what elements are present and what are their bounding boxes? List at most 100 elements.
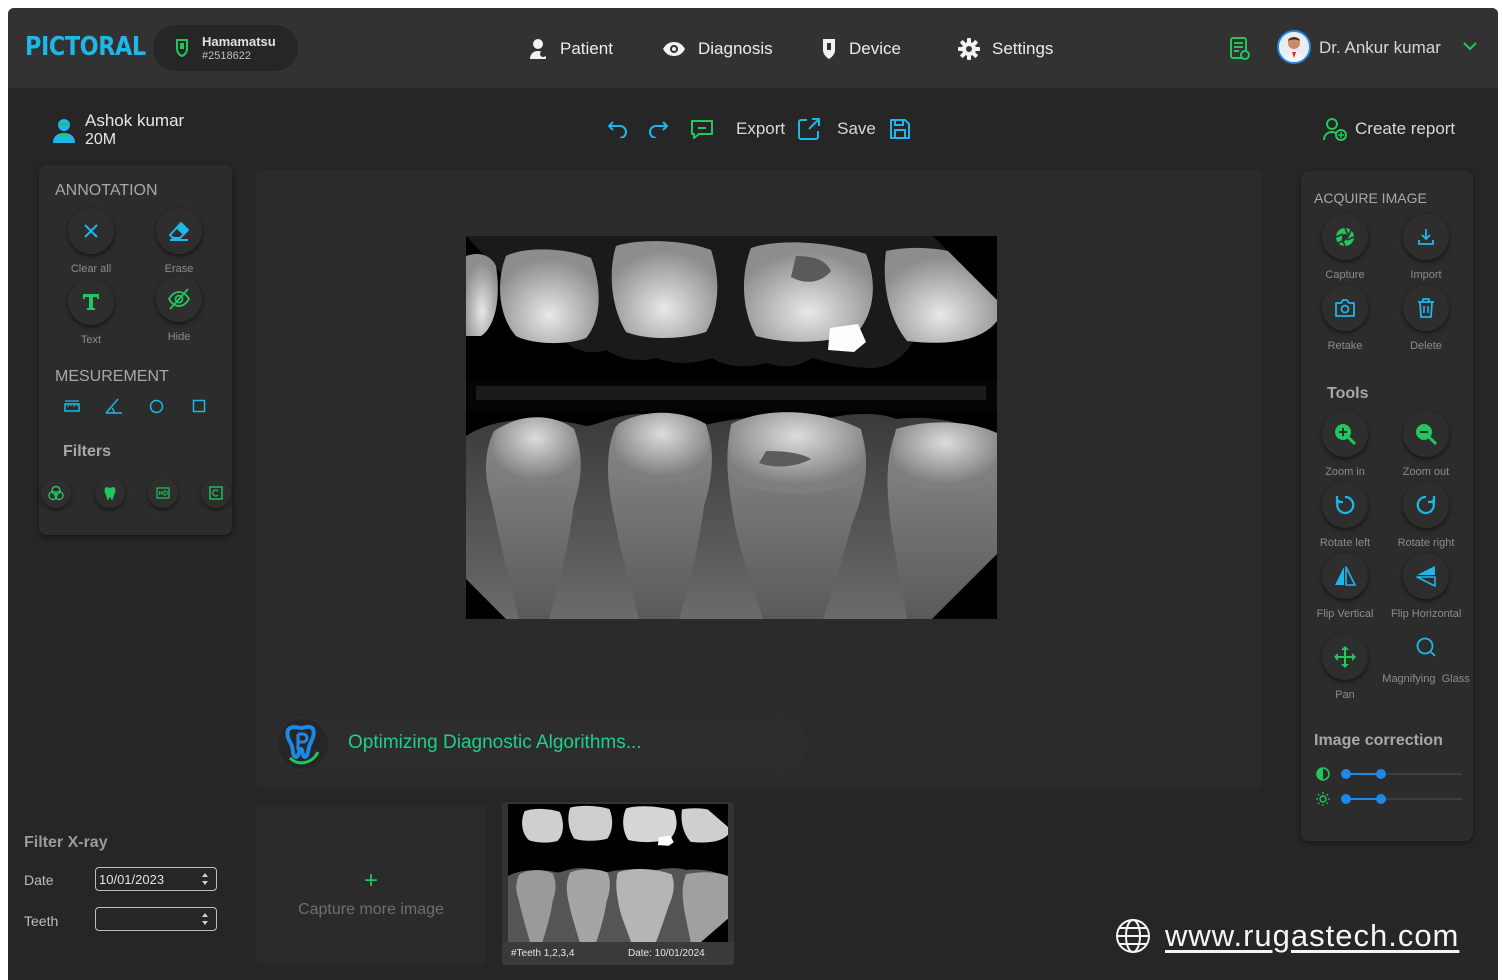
image-correction-heading: Image correction — [1314, 732, 1443, 749]
spinner-icon[interactable] — [201, 872, 209, 886]
doctor-avatar-icon — [1279, 32, 1309, 62]
hide-button[interactable]: Hide — [144, 276, 214, 343]
delete-button[interactable]: Delete — [1391, 285, 1461, 352]
zoom-out-icon — [1416, 424, 1437, 445]
teeth-input[interactable] — [95, 907, 217, 931]
dental-xray-graphic — [466, 236, 997, 619]
brightness-icon — [1316, 792, 1330, 806]
sensor-icon — [823, 39, 835, 59]
zoom-in-button[interactable]: Zoom in — [1310, 411, 1380, 478]
tooth-icon — [104, 487, 116, 500]
rotate-left-icon — [1335, 495, 1355, 515]
avatar[interactable] — [1277, 30, 1311, 64]
flip-horizontal-label: Flip Horizontal — [1391, 608, 1462, 620]
circle-measure-icon[interactable] — [149, 399, 164, 414]
erase-button[interactable]: Erase — [144, 208, 214, 275]
create-report-label: Create report — [1355, 119, 1456, 138]
clear-all-button[interactable]: Clear all — [56, 208, 126, 275]
comment-icon[interactable] — [690, 118, 714, 140]
right-tool-panel: ACQUIRE IMAGE Capture Import Retake Dele… — [1301, 171, 1473, 841]
gear-icon — [958, 38, 980, 60]
contrast-slider-start-knob[interactable] — [1341, 769, 1351, 779]
color-filter-icon — [48, 485, 64, 501]
contrast-icon — [1316, 767, 1330, 781]
tooth-logo-icon — [278, 719, 328, 769]
date-input[interactable] — [95, 867, 217, 891]
top-bar: PICTORAL Hamamatsu #2518622 Patient Diag… — [8, 8, 1498, 88]
device-name: Hamamatsu — [202, 34, 276, 49]
rotate-left-button[interactable]: Rotate left — [1310, 482, 1380, 549]
app-window: PICTORAL Hamamatsu #2518622 Patient Diag… — [8, 8, 1498, 980]
filter-color-button[interactable] — [41, 478, 71, 508]
magnifying-glass-button[interactable]: Magnifying Glass — [1381, 627, 1471, 685]
undo-icon[interactable] — [606, 120, 628, 138]
filter-xray-heading: Filter X-ray — [24, 834, 108, 851]
plus-icon: + — [363, 867, 378, 894]
nav-diagnosis[interactable]: Diagnosis — [662, 36, 773, 62]
angle-icon[interactable] — [105, 398, 123, 414]
edit-toolbar: Export Save — [606, 116, 911, 142]
brightness-slider-knob[interactable] — [1375, 794, 1386, 804]
rotate-right-icon — [1416, 495, 1436, 515]
brightness-slider-track[interactable] — [1341, 794, 1462, 804]
hide-label: Hide — [167, 331, 191, 343]
website-url[interactable]: www.rugastech.com — [1165, 918, 1459, 954]
clear-all-label: Clear all — [70, 263, 112, 275]
camera-retake-icon — [1335, 299, 1355, 317]
contrast-slider-track[interactable] — [1341, 769, 1462, 779]
globe-icon — [1116, 919, 1150, 953]
flip-vertical-label: Flip Vertical — [1316, 608, 1374, 620]
capture-more-button[interactable]: + Capture more image — [256, 805, 486, 964]
text-tool-label: Text — [80, 334, 102, 346]
delete-label: Delete — [1410, 340, 1442, 352]
create-report-button[interactable]: Create report — [1323, 117, 1455, 141]
nav-patient[interactable]: Patient — [530, 36, 613, 62]
website-link[interactable]: www.rugastech.com — [1115, 918, 1459, 954]
chevron-down-icon[interactable] — [1463, 41, 1477, 51]
redo-icon[interactable] — [648, 120, 670, 138]
text-tool-button[interactable]: Text — [56, 279, 126, 346]
nav-device[interactable]: Device — [821, 36, 901, 62]
filter-contrast-button[interactable] — [201, 478, 231, 508]
xray-thumbnail[interactable]: #Teeth 1,2,3,4 Date: 10/01/2024 — [502, 802, 734, 965]
app-logo[interactable]: PICTORAL — [25, 32, 146, 62]
nav-settings[interactable]: Settings — [958, 36, 1053, 62]
report-list-icon[interactable] — [1230, 37, 1250, 61]
left-tool-panel: ANNOTATION Clear all Erase Text Hide MES… — [39, 165, 232, 535]
ruler-icon[interactable] — [64, 400, 80, 414]
brightness-slider-start-knob[interactable] — [1341, 794, 1351, 804]
save-label[interactable]: Save — [837, 119, 876, 139]
retake-button[interactable]: Retake — [1310, 285, 1380, 352]
import-button[interactable]: Import — [1391, 214, 1461, 281]
pan-button[interactable]: Pan — [1310, 634, 1380, 701]
capture-button[interactable]: Capture — [1310, 214, 1380, 281]
xray-image[interactable] — [466, 236, 997, 619]
filter-hd-button[interactable] — [148, 478, 178, 508]
contrast-box-icon — [209, 486, 223, 500]
flip-vertical-button[interactable]: Flip Vertical — [1310, 553, 1380, 620]
tools-heading: Tools — [1327, 385, 1369, 402]
camera-shutter-icon — [1335, 227, 1355, 247]
annotation-heading: ANNOTATION — [55, 182, 158, 199]
export-icon[interactable] — [797, 117, 821, 141]
hd-icon — [156, 487, 170, 499]
patient-avatar-icon — [53, 119, 75, 143]
add-user-icon — [1323, 118, 1347, 141]
square-measure-icon[interactable] — [192, 399, 206, 413]
nav-settings-label: Settings — [992, 39, 1054, 58]
zoom-out-button[interactable]: Zoom out — [1391, 411, 1461, 478]
trash-icon — [1418, 298, 1434, 318]
save-icon[interactable] — [889, 118, 911, 140]
magnifier-icon — [1416, 637, 1436, 657]
filter-tooth-button[interactable] — [95, 478, 125, 508]
device-selector[interactable]: Hamamatsu #2518622 — [153, 25, 298, 71]
spinner-icon[interactable] — [201, 912, 209, 926]
flip-horizontal-button[interactable]: Flip Horizontal — [1391, 553, 1461, 620]
user-name[interactable]: Dr. Ankur kumar — [1319, 38, 1441, 58]
pan-label: Pan — [1335, 689, 1355, 701]
status-text: Optimizing Diagnostic Algorithms... — [348, 732, 642, 753]
dental-xray-thumbnail-graphic — [508, 804, 728, 942]
contrast-slider-knob[interactable] — [1375, 769, 1386, 779]
rotate-right-button[interactable]: Rotate right — [1391, 482, 1461, 549]
export-label[interactable]: Export — [736, 119, 785, 139]
